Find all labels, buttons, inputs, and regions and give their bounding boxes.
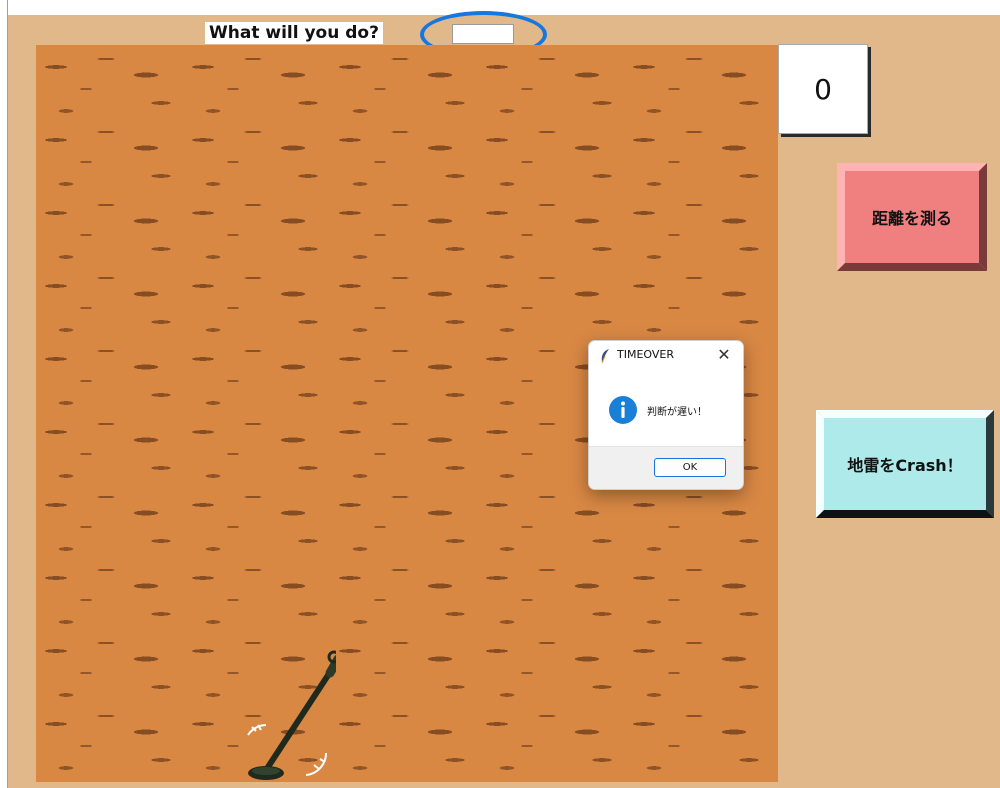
close-icon[interactable]: ✕ [714,344,734,366]
dialog-footer: OK [589,446,743,489]
dialog-message: 判断が遅い！ [647,407,707,418]
answer-input[interactable] [452,24,514,44]
dialog-title: TIMEOVER [617,348,674,361]
dialog-titlebar[interactable]: TIMEOVER ✕ [589,341,743,371]
feather-icon [601,349,609,364]
crash-mine-button[interactable]: 地雷をCrash！ [816,410,994,518]
measure-distance-button[interactable]: 距離を測る [837,163,987,271]
metal-detector-icon [247,650,336,780]
timeover-dialog: TIMEOVER ✕ 判断が遅い！ OK [588,340,744,490]
measure-button-label: 距離を測る [871,209,952,228]
crash-button-label: 地雷をCrash！ [847,456,963,475]
ok-button[interactable]: OK [654,458,726,477]
score-display: 0 [778,44,868,134]
info-icon [609,396,637,424]
prompt-label: What will you do? [205,22,383,44]
